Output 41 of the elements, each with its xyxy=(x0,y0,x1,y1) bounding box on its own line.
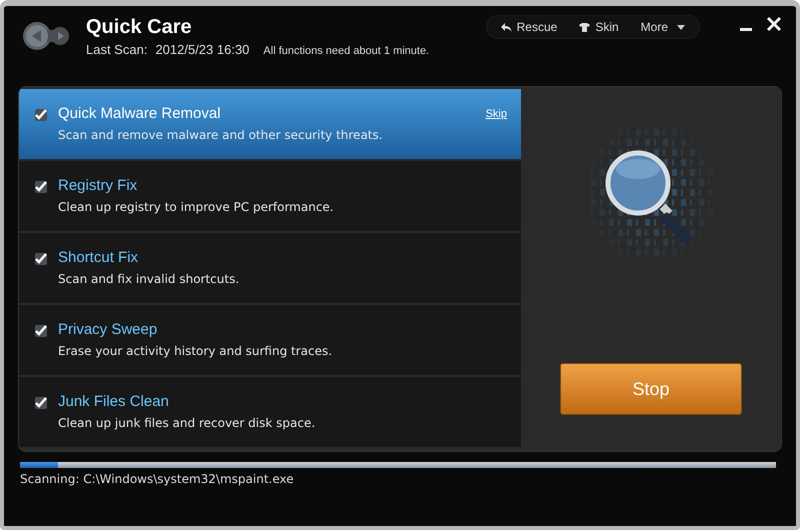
task-description: Scan and fix invalid shortcuts. xyxy=(58,272,240,286)
checkbox[interactable] xyxy=(35,397,47,409)
minimize-icon xyxy=(740,28,752,31)
task-title: Junk Files Clean xyxy=(58,393,170,410)
task-description: Scan and remove malware and other security threats. xyxy=(58,128,384,142)
task-title: Privacy Sweep xyxy=(58,321,158,338)
return-arrow-icon xyxy=(500,22,512,32)
task-description: Erase your activity history and surfing traces. xyxy=(58,344,334,358)
caret-icon xyxy=(677,24,685,30)
check-icon xyxy=(35,325,47,337)
shirt-icon xyxy=(579,22,590,32)
check-icon xyxy=(35,253,47,265)
checkbox[interactable] xyxy=(35,325,47,337)
task-row[interactable]: Junk Files Clean Clean up junk files and recover disk space. xyxy=(19,377,521,447)
task-description: Clean up junk files and recover disk space. xyxy=(58,416,316,430)
task-title: Registry Fix xyxy=(58,177,138,194)
checkbox[interactable] xyxy=(35,253,47,265)
skip-link[interactable]: Skip xyxy=(486,108,507,120)
task-row[interactable]: Quick Malware Removal Scan and remove malware and other security threats. Skip xyxy=(19,89,521,159)
task-row[interactable]: Privacy Sweep Erase your activity history and surfing traces. xyxy=(19,305,521,375)
task-row[interactable]: Registry Fix Clean up registry to improve PC performance. xyxy=(19,161,521,231)
back-forward-icon[interactable] xyxy=(22,20,70,52)
checkbox[interactable] xyxy=(35,109,47,121)
task-row[interactable]: Shortcut Fix Scan and fix invalid shortcuts. xyxy=(19,233,521,303)
window-title: Quick Care xyxy=(86,16,193,39)
last-scan-label: Last Scan: xyxy=(86,42,148,57)
check-icon xyxy=(35,109,47,121)
close-button[interactable] xyxy=(766,16,782,32)
duration-note: All functions need about 1 minute. xyxy=(263,45,430,57)
more-menu-button[interactable]: More xyxy=(640,20,685,34)
toolbar-button[interactable]: Skin xyxy=(579,20,619,34)
task-title: Quick Malware Removal xyxy=(58,105,222,122)
scan-status: Scanning: C:\Windows\system32\mspaint.exe xyxy=(20,472,295,486)
toolbar-button[interactable]: Rescue xyxy=(500,20,558,34)
check-icon xyxy=(35,397,47,409)
last-scan-time: 2012/5/23 16:30 xyxy=(155,42,250,57)
check-icon xyxy=(35,181,47,193)
close-icon xyxy=(766,16,782,32)
task-description: Clean up registry to improve PC performance. xyxy=(58,200,335,214)
task-title: Shortcut Fix xyxy=(58,249,140,266)
checkbox[interactable] xyxy=(35,181,47,193)
